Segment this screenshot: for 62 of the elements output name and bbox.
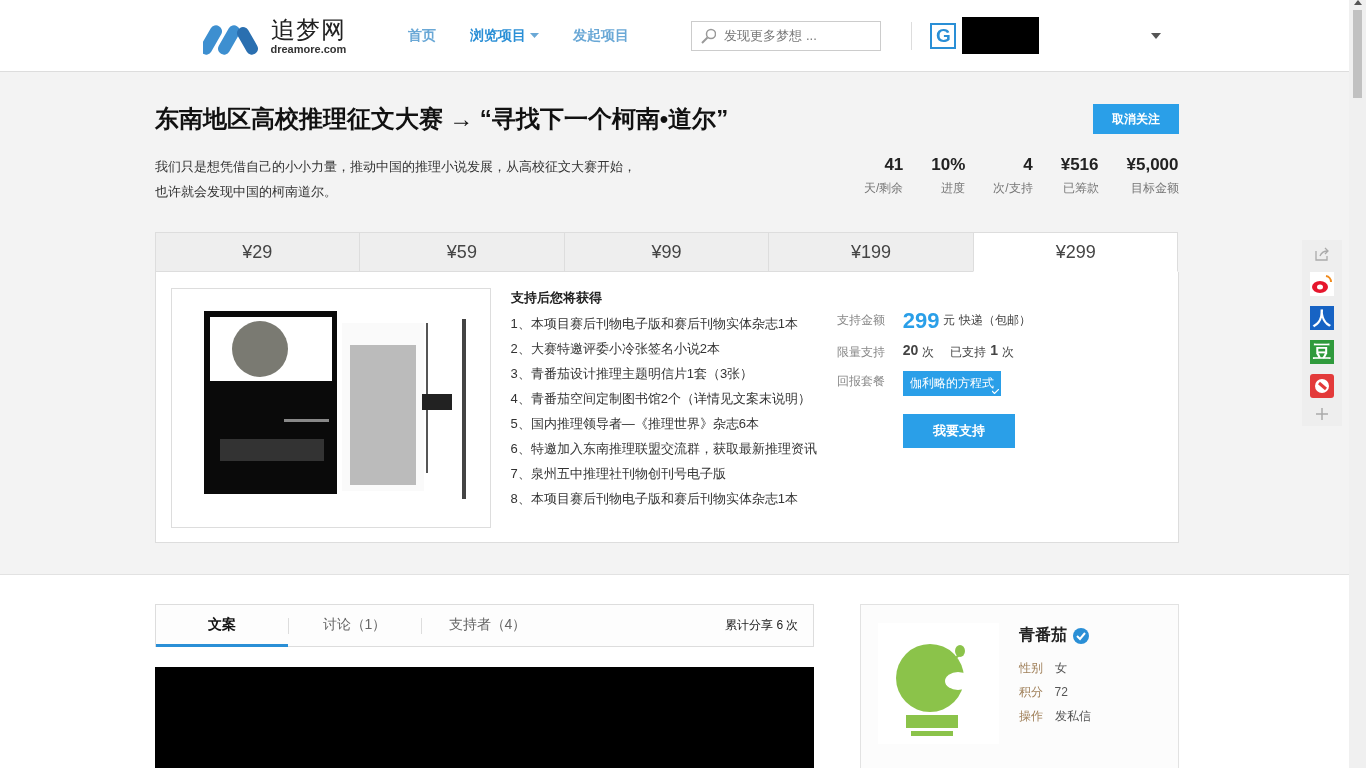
stat-label: 目标金额 (1130, 180, 1179, 197)
stat-value: 4 (1023, 154, 1033, 176)
supported-label: 已支持 (950, 344, 987, 361)
reward-item: 1、本项目赛后刊物电子版和赛后刊物实体杂志1本 (510, 315, 799, 333)
reward-item: 5、国内推理领导者—《推理世界》杂志6本 (510, 415, 760, 433)
amount-note: 元 快递（包邮） (943, 312, 1031, 329)
social-icon[interactable]: 豆 (1310, 340, 1334, 364)
price-tab[interactable]: ¥299 (972, 232, 1179, 272)
price-tab[interactable]: ¥59 (359, 232, 564, 272)
unit-label: 次 (1002, 344, 1015, 361)
social-icon[interactable]: 人 (1310, 306, 1334, 330)
supported-count: 1 (990, 342, 999, 358)
scrollbar-thumb[interactable] (1353, 10, 1362, 98)
weibo-icon[interactable] (1310, 272, 1334, 296)
project-title: 东南地区高校推理征文大赛 → “寻找下一个柯南•道尔” (154, 104, 729, 134)
stat-label: 天/剩余 (863, 180, 904, 197)
field-value: 女 (1054, 660, 1067, 677)
logo-name: 追梦网 (270, 16, 347, 43)
site-logo[interactable]: 追梦网 dreamore.com (202, 15, 347, 56)
content-tab[interactable]: 讨论（1） (288, 604, 421, 647)
reward-item: 4、青番茄空间定制图书馆2个（详情见文案末说明） (510, 390, 812, 408)
scroll-up-icon[interactable] (1353, 0, 1362, 5)
project-description: 我们只是想凭借自己的小小力量，推动中国的推理小说发展，从高校征文大赛开始，也许就会发现中国的柯南道尔。 (154, 158, 637, 201)
field-value: 72 (1054, 684, 1068, 701)
search-icon (700, 27, 717, 44)
reward-heading: 支持后您将获得 (510, 289, 603, 307)
field-label: 限量支持 (836, 344, 886, 361)
stat-label: 已筹款 (1062, 180, 1099, 197)
price-tab[interactable]: ¥99 (563, 232, 769, 272)
user-avatar[interactable]: G (930, 22, 957, 49)
stat-value: ¥5,000 (1126, 154, 1179, 176)
field-label: 支持金额 (836, 312, 886, 329)
field-label: 积分 (1018, 684, 1043, 701)
reward-item: 7、泉州五中推理社刊物创刊号电子版 (510, 465, 727, 483)
content-tab[interactable]: 支持者（4） (421, 604, 554, 647)
field-label: 回报套餐 (836, 373, 886, 390)
round-share-icon[interactable] (1310, 374, 1334, 398)
stat-label: 进度 (941, 180, 966, 197)
stat-value: 41 (884, 154, 904, 176)
limit-count: 20 (902, 342, 919, 358)
field-label: 性别 (1018, 660, 1043, 677)
unit-label: 次 (922, 344, 935, 361)
dropdown-caret-icon[interactable] (1151, 32, 1162, 39)
nav-link[interactable]: 浏览项目 (470, 26, 540, 45)
reward-item: 6、特邀加入东南推理联盟交流群，获取最新推理资讯 (510, 440, 817, 458)
support-amount: 299 (902, 310, 940, 332)
search-field[interactable]: 发现更多梦想 ... (691, 20, 882, 51)
content-tab[interactable]: 文案 (155, 604, 288, 647)
reward-item: 8、本项目赛后刊物电子版和赛后刊物实体杂志1本 (510, 490, 799, 508)
share-count: 累计分享 6 次 (725, 617, 799, 634)
price-tab[interactable]: ¥29 (154, 232, 360, 272)
stat-value: ¥516 (1060, 154, 1099, 176)
reward-item: 2、大赛特邀评委小冷张签名小说2本 (510, 340, 721, 358)
logo-domain: dreamore.com (270, 42, 347, 55)
stat-value: 10% (931, 154, 966, 176)
stat-label: 次/支持 (993, 180, 1033, 197)
reward-item: 3、青番茄设计推理主题明信片1套（3张） (510, 365, 755, 383)
creator-name: 青番茄 (1018, 625, 1067, 645)
field-label: 操作 (1018, 708, 1043, 725)
price-tab[interactable]: ¥199 (768, 232, 973, 272)
check-icon (991, 389, 999, 394)
message-link[interactable]: 发私信 (1054, 704, 1091, 728)
